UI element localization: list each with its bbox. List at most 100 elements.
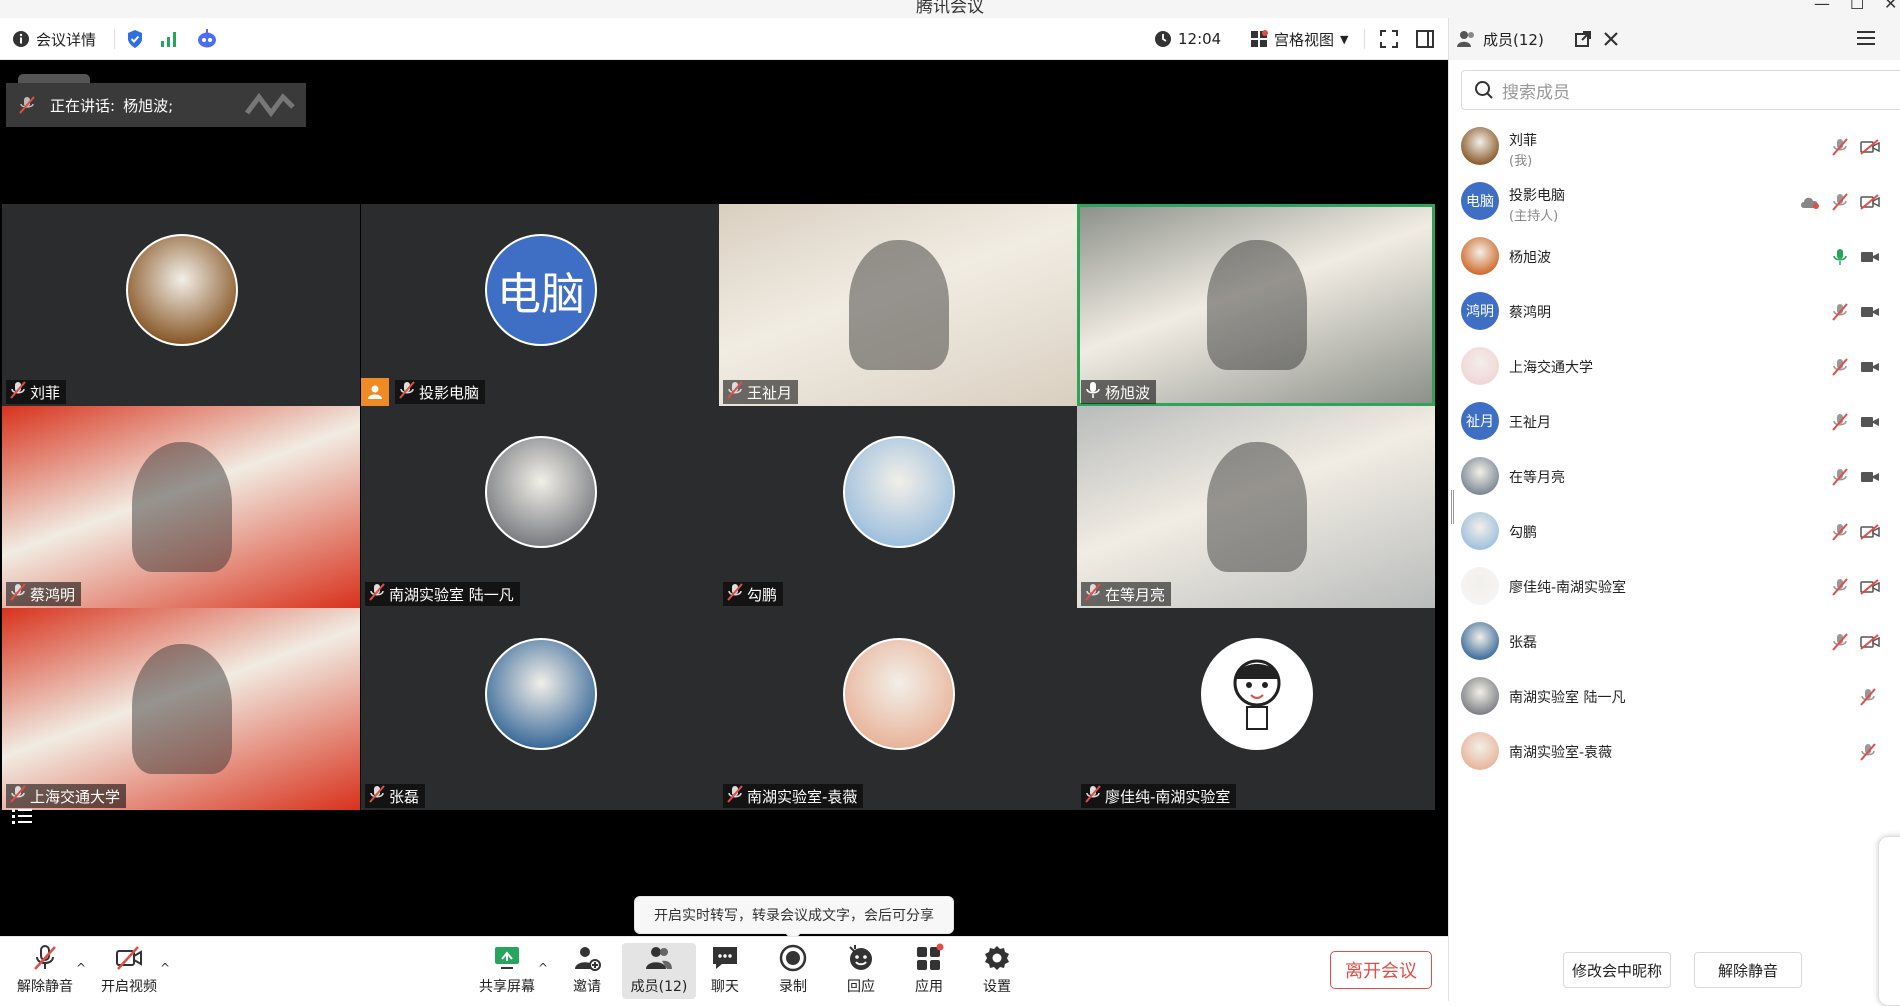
view-mode-label: 宫格视图: [1274, 30, 1335, 49]
mic-muted-icon: [19, 96, 35, 114]
member-row[interactable]: 刘菲 (我): [1449, 120, 1900, 175]
start-video-button[interactable]: 开启视频: [94, 943, 164, 999]
participant-tile[interactable]: 南湖实验室 陆一凡: [361, 406, 719, 608]
mic-muted-icon[interactable]: [1829, 466, 1851, 488]
mic-on-icon[interactable]: [1829, 246, 1851, 268]
member-row[interactable]: 上海交通大学: [1449, 340, 1900, 395]
participant-nameplate: 投影电脑: [395, 380, 486, 404]
member-row[interactable]: 在等月亮: [1449, 450, 1900, 505]
network-signal-icon[interactable]: [160, 18, 178, 60]
mic-muted-icon[interactable]: [1829, 631, 1851, 653]
mic-muted-icon: [34, 945, 56, 970]
fullscreen-button[interactable]: [1380, 18, 1398, 60]
floating-widget[interactable]: [1878, 836, 1900, 1006]
camera-on-icon[interactable]: [1859, 301, 1881, 323]
panel-resize-handle[interactable]: [1451, 490, 1454, 524]
leave-meeting-button[interactable]: 离开会议: [1330, 951, 1432, 989]
minimize-button[interactable]: —: [1814, 0, 1830, 13]
menu-icon[interactable]: [1857, 30, 1875, 46]
close-icon[interactable]: [1603, 31, 1619, 47]
camera-on-icon[interactable]: [1859, 466, 1881, 488]
participant-tile[interactable]: 电脑 投影电脑: [361, 204, 719, 406]
maximize-button[interactable]: ☐: [1850, 0, 1864, 13]
meeting-toolbar: 解除静音 ^ 开启视频 ^ 共享屏幕 ^ 邀请 成员(12) 聊天 录制 回应 …: [0, 936, 1448, 1001]
close-window-button[interactable]: ✕: [1884, 0, 1897, 13]
record-button[interactable]: 录制: [758, 943, 828, 999]
share-options-caret[interactable]: ^: [538, 961, 548, 975]
mic-muted-icon[interactable]: [1857, 741, 1879, 763]
avatar: [485, 638, 597, 750]
mic-muted-icon[interactable]: [1857, 686, 1879, 708]
participant-tile[interactable]: 南湖实验室-袁薇: [719, 608, 1077, 810]
grid-view-icon: [1251, 30, 1268, 47]
member-row[interactable]: 鸿明 蔡鸿明: [1449, 285, 1900, 340]
member-row[interactable]: 杨旭波: [1449, 230, 1900, 285]
participant-tile[interactable]: 廖佳纯-南湖实验室: [1077, 608, 1435, 810]
member-row[interactable]: 勾鹏: [1449, 505, 1900, 560]
camera-off-icon[interactable]: [1859, 576, 1881, 598]
mic-muted-icon[interactable]: [1829, 301, 1851, 323]
participant-name: 投影电脑: [419, 383, 480, 402]
mic-muted-icon[interactable]: [1829, 411, 1851, 433]
chat-icon: [713, 947, 737, 969]
camera-off-icon[interactable]: [1859, 631, 1881, 653]
participant-tile[interactable]: 勾鹏: [719, 406, 1077, 608]
participant-tile[interactable]: 蔡鸿明: [2, 406, 360, 608]
security-shield-icon[interactable]: [126, 18, 144, 60]
reactions-button[interactable]: 回应: [826, 943, 896, 999]
invite-button[interactable]: 邀请: [552, 943, 622, 999]
mic-muted-icon[interactable]: [1829, 576, 1851, 598]
camera-off-icon[interactable]: [1859, 191, 1881, 213]
camera-on-icon[interactable]: [1859, 246, 1881, 268]
participant-tile[interactable]: 上海交通大学: [2, 608, 360, 810]
camera-off-icon[interactable]: [1859, 521, 1881, 543]
fullscreen-icon: [1380, 30, 1398, 48]
list-icon[interactable]: [12, 808, 34, 830]
apps-label: 应用: [915, 979, 943, 995]
settings-button[interactable]: 设置: [962, 943, 1032, 999]
start-video-label: 开启视频: [101, 979, 157, 995]
mic-on-icon: [1085, 381, 1101, 403]
toggle-sidebar-button[interactable]: [1416, 18, 1434, 60]
mic-muted-icon[interactable]: [1829, 191, 1851, 213]
unmute-button[interactable]: 解除静音: [10, 943, 80, 999]
gear-icon: [985, 946, 1009, 970]
mic-muted-icon[interactable]: [1829, 136, 1851, 158]
camera-on-icon[interactable]: [1859, 411, 1881, 433]
member-row[interactable]: 张磊: [1449, 615, 1900, 670]
member-row[interactable]: 廖佳纯-南湖实验室: [1449, 560, 1900, 615]
participant-tile[interactable]: 张磊: [361, 608, 719, 810]
member-role: (我): [1509, 154, 1533, 169]
assistant-robot-icon[interactable]: [196, 18, 218, 60]
member-search-input[interactable]: 搜索成员: [1461, 70, 1900, 110]
camera-off-icon[interactable]: [1859, 136, 1881, 158]
participant-tile[interactable]: 在等月亮: [1077, 406, 1435, 608]
member-row[interactable]: 南湖实验室-袁薇: [1449, 725, 1900, 780]
popout-icon[interactable]: [1575, 31, 1591, 47]
participant-nameplate: 王祉月: [723, 380, 799, 404]
view-mode-dropdown[interactable]: 宫格视图 ▼: [1250, 18, 1348, 60]
audio-options-caret[interactable]: ^: [76, 961, 86, 975]
chat-button[interactable]: 聊天: [690, 943, 760, 999]
member-row[interactable]: 南湖实验室 陆一凡: [1449, 670, 1900, 725]
unmute-all-button[interactable]: 解除静音: [1694, 952, 1802, 988]
unmute-label: 解除静音: [17, 979, 73, 995]
video-options-caret[interactable]: ^: [160, 961, 170, 975]
participant-tile[interactable]: 王祉月: [719, 204, 1077, 406]
rename-button[interactable]: 修改会中昵称: [1563, 952, 1671, 988]
mic-muted-icon[interactable]: [1829, 521, 1851, 543]
participant-name: 蔡鸿明: [30, 585, 76, 604]
mic-muted-icon[interactable]: [1829, 356, 1851, 378]
participant-tile[interactable]: 杨旭波: [1077, 204, 1435, 406]
member-row[interactable]: 祉月 王祉月: [1449, 395, 1900, 450]
record-icon: [779, 944, 807, 972]
camera-on-icon[interactable]: [1859, 356, 1881, 378]
meeting-details-button[interactable]: 会议详情: [12, 18, 96, 60]
share-screen-button[interactable]: 共享屏幕: [472, 943, 542, 999]
members-button[interactable]: 成员(12): [622, 943, 696, 999]
search-icon: [1475, 81, 1493, 99]
members-panel-header: 成员(12): [1449, 18, 1900, 60]
participant-tile[interactable]: 刘菲: [2, 204, 360, 406]
member-row[interactable]: 电脑 投影电脑 (主持人): [1449, 175, 1900, 230]
apps-button[interactable]: 应用: [894, 943, 964, 999]
